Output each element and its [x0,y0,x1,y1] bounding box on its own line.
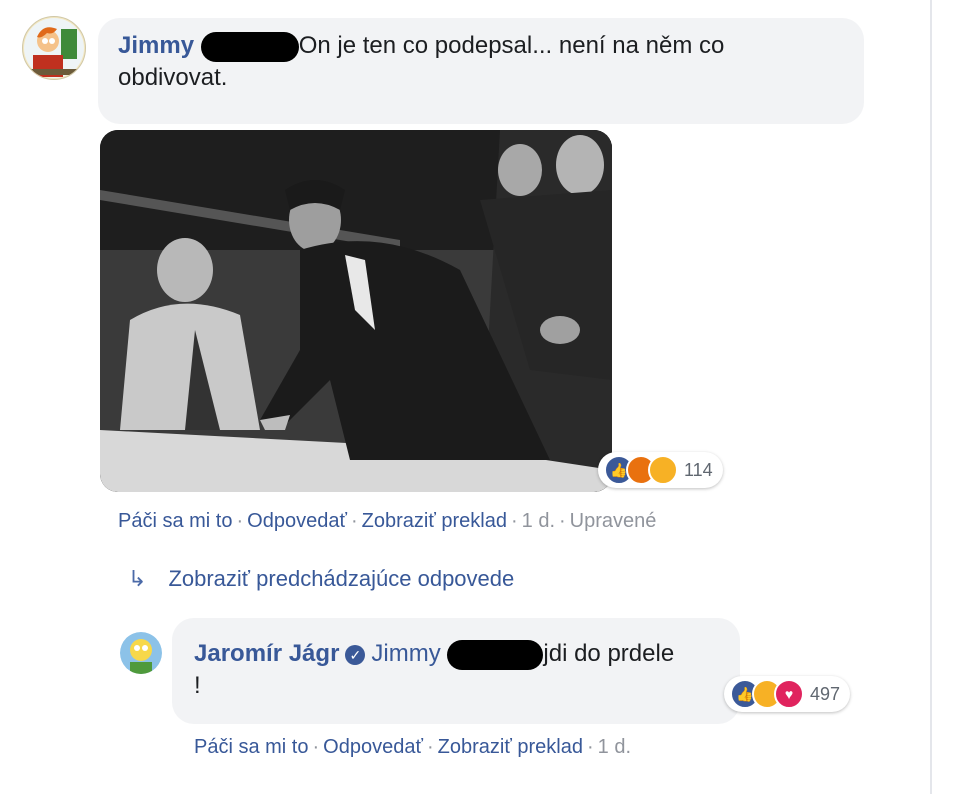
avatar-cartoon-image [120,632,162,674]
right-rail [930,0,960,794]
comment-author-jaromir-jagr[interactable]: Jaromír Jágr [194,640,339,667]
avatar-jimmy[interactable] [22,16,86,80]
photo-image [100,130,612,492]
redaction-bar [200,31,299,62]
reactions-summary-2[interactable]: 👍 ♥ 497 [724,676,851,712]
comment-text-line2: obdivovat. [118,64,228,91]
reply-link[interactable]: Odpovedať [247,510,347,532]
verified-badge-icon: ✓ [345,644,366,665]
like-link[interactable]: Páči sa mi to [118,510,232,532]
comment-text-1: Jimmy On je ten co podepsal... není na n… [118,30,858,94]
sad-reaction-icon [648,455,678,485]
reply-arrow-icon: ↳ [128,566,147,591]
redaction-bar [447,639,544,670]
comment-actions-1: Páči sa mi to · Odpovedať · Zobraziť preklad… [118,510,657,532]
love-reaction-icon: ♥ [774,679,804,709]
view-previous-label: Zobraziť predchádzajúce odpovede [168,566,515,591]
reaction-count-1: 114 [684,459,713,480]
comment-text-line2: ! [194,672,201,699]
edited-label[interactable]: Upravené [570,510,657,532]
comment-author-jimmy[interactable]: Jimmy [118,32,194,59]
comment-text-2: Jaromír Jágr ✓ Jimmy jdi do prdele ! [194,638,734,702]
timestamp[interactable]: 1 d. [598,736,631,758]
view-previous-replies[interactable]: ↳ Zobraziť predchádzajúce odpovede [128,566,514,592]
avatar-cartoon-image [24,18,84,78]
comment-photo[interactable] [100,130,612,492]
comment-text-line1: On je ten co podepsal... není na něm co [298,32,725,59]
like-link[interactable]: Páči sa mi to [194,736,308,758]
comment-text-line1: jdi do prdele [543,640,675,667]
reaction-count-2: 497 [810,683,841,704]
reactions-summary-1[interactable]: 👍 114 [598,452,723,488]
timestamp[interactable]: 1 d. [522,510,555,532]
mention-jimmy[interactable]: Jimmy [371,640,440,667]
avatar-jaromir-jagr[interactable] [120,632,162,674]
translate-link[interactable]: Zobraziť preklad [438,736,583,758]
translate-link[interactable]: Zobraziť preklad [362,510,507,532]
reply-link[interactable]: Odpovedať [323,736,423,758]
comment-actions-2: Páči sa mi to · Odpovedať · Zobraziť preklad… [194,736,631,758]
